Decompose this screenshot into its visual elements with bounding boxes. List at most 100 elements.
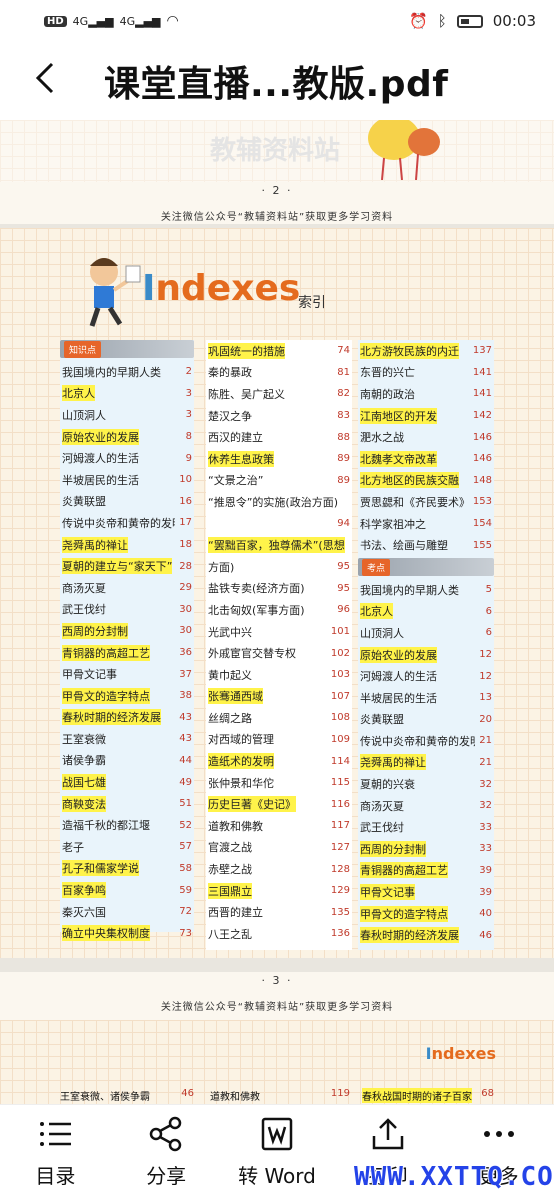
index-entry-page: 146 <box>472 431 492 443</box>
index-entry-title: 北魏孝文帝改革 <box>360 450 437 467</box>
index-entry-page: 81 <box>337 366 350 378</box>
hd-badge: HD <box>44 15 67 27</box>
index-entry-page: 135 <box>330 906 350 918</box>
index-entry: 春秋时期的经济发展 43 <box>60 707 194 729</box>
index-column-2: 巩固统一的措施 74 秦的暴政 81 陈胜、吴广起义 82 楚汉之争 83 西汉的建立 88 休养生… <box>206 340 352 950</box>
index-entry-page: 32 <box>479 800 492 812</box>
index-entry: 科学家祖冲之 154 <box>358 513 494 535</box>
index-entry-title: 河姆渡人的生活 <box>360 670 437 684</box>
index-entry: 历史巨著《史记》 116 <box>206 793 352 815</box>
index-entry-title: 甲骨文的造字特点 <box>62 687 150 704</box>
index-entry-title: 武王伐纣 <box>62 603 106 617</box>
index-entry: 盐铁专卖(经济方面) 95 <box>206 578 352 600</box>
convert-word-label: 转 Word <box>238 1164 316 1188</box>
index-entry-page: 3 <box>185 409 192 421</box>
index-entry: 八王之乱 136 <box>206 923 352 945</box>
index-entry: 甲骨文记事 37 <box>60 663 194 685</box>
index-entry: 甲骨文的造字特点 38 <box>60 685 194 707</box>
index-entry: 青铜器的高超工艺 39 <box>358 860 494 882</box>
convert-word-icon <box>261 1117 293 1151</box>
index-entry: 方面) 95 <box>206 556 352 578</box>
index-entry: 对西域的管理 109 <box>206 729 352 751</box>
sim2-signal: 4G▂▄▆ <box>119 14 161 28</box>
status-bar: HD 4G▂▄▆ 4G▂▄▆ ◠ ⏰ ᛒ 00:03 <box>0 0 554 42</box>
index-entry-title: 夏朝的兴衰 <box>360 778 415 792</box>
index-entry-page: 82 <box>337 388 350 400</box>
toc-button[interactable]: 目录 <box>0 1116 110 1189</box>
promo-text-2: 关注微信公众号“教辅资料站”获取更多学习资料 <box>160 212 394 223</box>
index-entry-title: 甲骨文记事 <box>62 668 117 682</box>
index-entry: 北京人 3 <box>60 383 194 405</box>
index-entry-title: 原始农业的发展 <box>62 428 139 445</box>
index-entry: 北魏孝文帝改革 146 <box>358 448 494 470</box>
convert-word-button[interactable]: 转 Word <box>222 1116 332 1189</box>
index-entry: 北京人 6 <box>358 601 494 623</box>
index-entry-title: 贾思勰和《齐民要术》 <box>360 495 469 509</box>
index-entry: 夏朝的建立与“家天下” 28 <box>60 555 194 577</box>
index-entry-title: 东晋的兴亡 <box>360 366 415 380</box>
index-entry-title: 百家争鸣 <box>62 882 106 899</box>
index-entry-title: 北方游牧民族的内迁 <box>360 342 459 359</box>
index-entry: 王室衰微 43 <box>60 728 194 750</box>
index-title: Indexes <box>142 268 301 309</box>
index-entry-page: 28 <box>179 560 192 572</box>
index-entry-title: 三国鼎立 <box>208 882 252 899</box>
index-entry-page: 51 <box>179 798 192 810</box>
document-title: 课堂直播...教版.pdf <box>104 64 449 105</box>
index-entry: 商汤灭夏 32 <box>358 795 494 817</box>
index-entry-title: 炎黄联盟 <box>62 495 106 509</box>
index-entry: 休养生息政策 89 <box>206 448 352 470</box>
index-entry-page: 94 <box>337 518 350 530</box>
index-entry: 书法、绘画与雕塑 155 <box>358 534 494 556</box>
index-entry-page: 141 <box>472 388 492 400</box>
alarm-icon: ⏰ <box>409 12 428 30</box>
index-entry-page: 9 <box>185 452 192 464</box>
index-entry-page: 155 <box>472 539 492 551</box>
index-entry-title: 战国七雄 <box>62 774 106 791</box>
index-entry-page: 36 <box>179 647 192 659</box>
index-entry-title: 西周的分封制 <box>360 840 426 857</box>
title-bar: 课堂直播...教版.pdf <box>0 42 554 120</box>
index-entry-page: 102 <box>330 647 350 659</box>
index-entry-page: 29 <box>179 582 192 594</box>
index-entry-page: 8 <box>185 431 192 443</box>
index-entry-title: 盐铁专卖(经济方面) <box>208 582 305 596</box>
index-entry-title: “罢黜百家，独尊儒术”(思想 <box>208 537 345 554</box>
index-entry: 河姆渡人的生活 12 <box>358 665 494 687</box>
section-header-knowledge: 知识点 <box>60 340 194 358</box>
index-entry-title: 商汤灭夏 <box>62 581 106 595</box>
index-entry-title: 山顶洞人 <box>360 626 404 640</box>
index-entry-title: 张骞通西域 <box>208 688 263 705</box>
index-entry-title: 甲骨文记事 <box>360 884 415 901</box>
index-entry: 94 <box>206 513 352 535</box>
index-entry-title: 南朝的政治 <box>360 387 415 401</box>
index-entry-title: 造纸术的发明 <box>208 753 274 770</box>
index-entry: 我国境内的早期人类 5 <box>358 579 494 601</box>
index-entry: 陈胜、吴广起义 82 <box>206 383 352 405</box>
index-entry: 青铜器的高超工艺 36 <box>60 642 194 664</box>
index-entry-page: 89 <box>337 453 350 465</box>
share-button[interactable]: 分享 <box>111 1116 221 1189</box>
index-entry: 北方地区的民族交融 148 <box>358 470 494 492</box>
page-number-3: · 3 · <box>261 974 293 987</box>
index-entry-title: 传说中炎帝和黄帝的发明 <box>62 516 176 530</box>
pdf-viewer[interactable]: 教辅资料站 · 2 · 关注微信公众号“教辅资料站”获取更多学习资料 Index… <box>0 120 554 1104</box>
index-entry: 诸侯争霸 44 <box>60 750 194 772</box>
index-entry: 丝绸之路 108 <box>206 707 352 729</box>
index-entry: 原始农业的发展 12 <box>358 644 494 666</box>
share-icon <box>149 1116 182 1152</box>
index-entry: 官渡之战 127 <box>206 837 352 859</box>
index-entry: 光武中兴 101 <box>206 621 352 643</box>
index-entry-page: 44 <box>179 754 192 766</box>
page-3: Indexes 索引 知识点 我国境内的早期人类 2 北京人 3 山顶洞人 3 原始农业的发… <box>0 228 554 966</box>
index-entry: 战国七雄 49 <box>60 771 194 793</box>
index-entry-page: 37 <box>179 668 192 680</box>
index-entry-page: 115 <box>330 777 350 789</box>
index-entry-title: 老子 <box>62 840 84 854</box>
chevron-left-icon[interactable] <box>34 61 94 102</box>
index-entry-title: 商汤灭夏 <box>360 799 404 813</box>
page-4-row-2: 道教和佛教 119 <box>210 1088 350 1103</box>
index-entry-page: 16 <box>179 495 192 507</box>
index-entry: 孔子和儒家学说 58 <box>60 858 194 880</box>
index-entry: 道教和佛教 117 <box>206 815 352 837</box>
